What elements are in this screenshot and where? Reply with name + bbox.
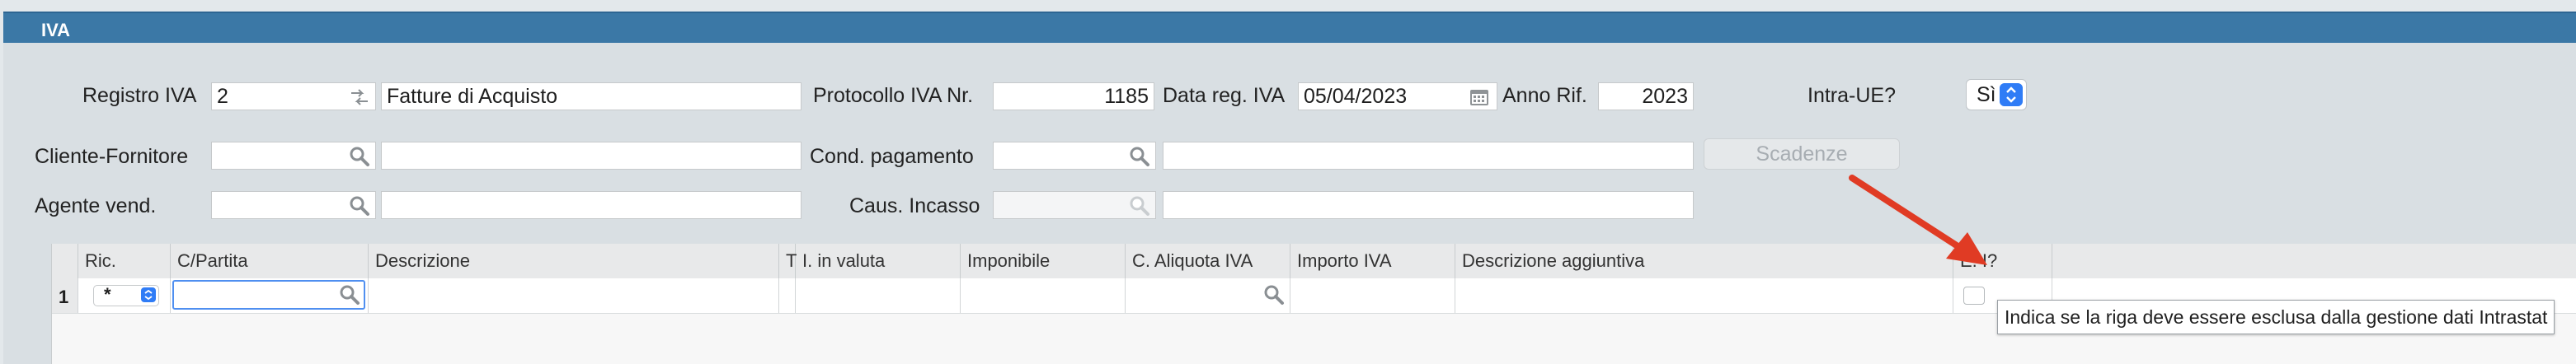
ei-checkbox[interactable] (1963, 287, 1985, 305)
data-reg-input[interactable]: 05/04/2023 (1298, 82, 1497, 110)
registro-value: 2 (217, 85, 228, 108)
aliquota-cell[interactable] (1126, 278, 1290, 313)
protocollo-input[interactable]: 1185 (993, 82, 1154, 110)
col-header-imponibile[interactable]: Imponibile (961, 244, 1126, 278)
ric-value: * (104, 284, 111, 305)
col-header-importo-iva[interactable]: Importo IVA (1290, 244, 1455, 278)
ric-select[interactable]: * (93, 284, 159, 306)
protocollo-label: Protocollo IVA Nr. (813, 84, 974, 107)
search-icon[interactable] (1129, 195, 1150, 217)
lookup-link-icon[interactable] (349, 86, 370, 108)
importo-iva-cell[interactable] (1290, 278, 1455, 313)
grid-header: Ric. C/Partita Descrizione T I. in valut… (52, 244, 2576, 279)
cliente-desc-field[interactable] (381, 142, 801, 170)
window-titlebar: IVA (3, 12, 2576, 44)
scadenze-button[interactable]: Scadenze (1704, 138, 1900, 170)
agente-desc-field[interactable] (381, 191, 801, 219)
cliente-label: Cliente-Fornitore (35, 145, 189, 168)
registro-label: Registro IVA (82, 84, 197, 107)
descrizione-cell[interactable] (369, 278, 779, 313)
cond-pagamento-input[interactable] (993, 142, 1156, 170)
col-header-aliquota[interactable]: C. Aliquota IVA (1126, 244, 1290, 278)
calendar-icon[interactable] (1469, 86, 1490, 108)
data-reg-label: Data reg. IVA (1163, 84, 1286, 107)
registro-desc-field[interactable]: Fatture di Acquisto (381, 82, 801, 110)
valuta-cell[interactable] (796, 278, 961, 313)
registro-input[interactable]: 2 (211, 82, 376, 110)
annotation-arrow-icon (1849, 175, 1987, 265)
chevron-updown-icon (2000, 83, 2023, 106)
descrizione-aggiuntiva-cell[interactable] (1455, 278, 1953, 313)
col-header-descrizione[interactable]: Descrizione (369, 244, 779, 278)
col-header-t[interactable]: T (779, 244, 797, 278)
search-icon[interactable] (1263, 284, 1285, 306)
caus-incasso-input[interactable] (993, 191, 1156, 219)
data-reg-value: 05/04/2023 (1304, 85, 1408, 108)
col-header-cpartita[interactable]: C/Partita (171, 244, 369, 278)
ric-cell[interactable]: * (78, 278, 171, 313)
search-icon[interactable] (349, 146, 370, 167)
row-number: 1 (59, 287, 69, 307)
chevron-updown-icon (141, 287, 156, 302)
tooltip: Indica se la riga deve essere esclusa da… (1997, 300, 2555, 334)
col-header-ric[interactable]: Ric. (78, 244, 171, 278)
intra-ue-select[interactable]: Sì (1966, 79, 2027, 110)
caus-incasso-label: Caus. Incasso (849, 194, 980, 217)
caus-incasso-desc-field[interactable] (1163, 191, 1694, 219)
anno-rif-input[interactable]: 2023 (1598, 82, 1694, 110)
agente-input[interactable] (211, 191, 376, 219)
search-icon[interactable] (349, 195, 370, 217)
cpartita-cell[interactable] (171, 278, 369, 313)
cpartita-input[interactable] (172, 280, 365, 310)
anno-rif-label: Anno Rif. (1502, 84, 1587, 107)
intra-ue-label: Intra-UE? (1807, 84, 1896, 107)
cliente-input[interactable] (211, 142, 376, 170)
intra-ue-value: Sì (1977, 83, 1996, 106)
row-number-cell: 1 (52, 278, 78, 313)
agente-label: Agente vend. (35, 194, 157, 217)
search-icon[interactable] (1129, 146, 1150, 167)
window-title: IVA (41, 20, 71, 40)
grid-corner (52, 244, 78, 278)
search-icon[interactable] (339, 284, 360, 306)
col-header-valuta[interactable]: I. in valuta (796, 244, 961, 278)
cond-pagamento-desc-field[interactable] (1163, 142, 1694, 170)
imponibile-cell[interactable] (961, 278, 1126, 313)
t-cell[interactable] (779, 278, 796, 313)
cond-pagamento-label: Cond. pagamento (810, 145, 974, 168)
